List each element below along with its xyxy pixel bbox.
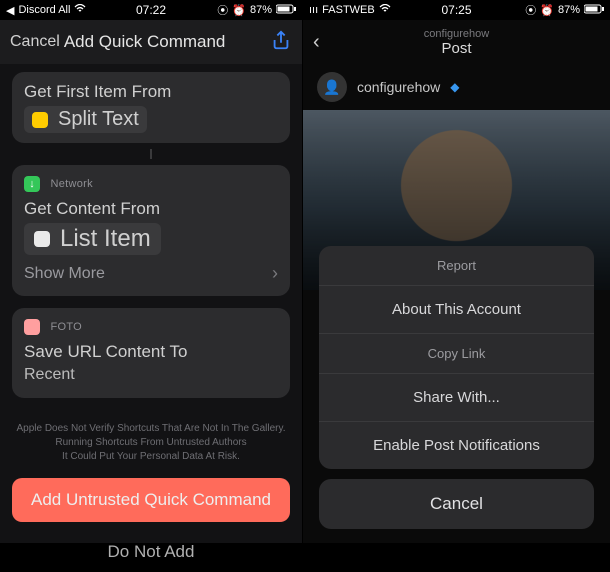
clock: 07:25 xyxy=(441,3,471,17)
status-bar: ◀ Discord All 07:22 ⦿ ⏰ 87% xyxy=(0,0,302,20)
avatar[interactable]: 👤 xyxy=(317,72,347,102)
alarm-icon: ⏰ xyxy=(232,4,246,17)
status-bar: ııı FASTWEB 07:25 ⦿ ⏰ 87% xyxy=(303,0,610,20)
show-more-button[interactable]: Show More › xyxy=(24,255,278,286)
do-not-add-button[interactable]: Do Not Add xyxy=(0,536,302,572)
carrier-label: FASTWEB xyxy=(322,4,375,16)
variable-label: List Item xyxy=(60,225,151,253)
battery-pct: 87% xyxy=(250,4,272,16)
clock: 07:22 xyxy=(136,3,166,17)
back-app-indicator[interactable]: ◀ xyxy=(6,4,14,17)
chevron-right-icon: › xyxy=(272,263,278,284)
back-app-label[interactable]: Discord All xyxy=(18,4,70,16)
warn-line: Apple Does Not Verify Shortcuts That Are… xyxy=(10,422,292,436)
action-label: Get First Item From xyxy=(24,82,278,102)
warn-line: Running Shortcuts From Untrusted Authors xyxy=(10,436,292,450)
nav-bar: ‹ configurehow Post xyxy=(303,20,610,64)
instagram-screen: ııı FASTWEB 07:25 ⦿ ⏰ 87% ‹ configurehow… xyxy=(303,0,610,543)
battery-pct: 87% xyxy=(558,4,580,16)
warn-line: It Could Put Your Personal Data At Risk. xyxy=(10,450,292,464)
wifi-icon xyxy=(379,4,391,17)
option-report[interactable]: Report xyxy=(319,246,594,286)
action-card-get-content[interactable]: ↓ Network Get Content From List Item Sho… xyxy=(12,165,290,296)
sheet-options-group: Report About This Account Copy Link Shar… xyxy=(319,246,594,469)
shortcuts-screen: ◀ Discord All 07:22 ⦿ ⏰ 87% Cancel Add Q… xyxy=(0,0,303,543)
action-card-save-url[interactable]: FOTO Save URL Content To Recent xyxy=(12,308,290,398)
nav-subtitle: configurehow xyxy=(424,28,489,40)
alarm-icon: ⏰ xyxy=(540,4,554,17)
download-icon: ↓ xyxy=(24,176,40,192)
app-label: Network xyxy=(50,178,92,190)
app-label: FOTO xyxy=(50,321,82,333)
battery-icon xyxy=(584,4,604,17)
variable-pill[interactable]: List Item xyxy=(24,223,161,255)
option-about-account[interactable]: About This Account xyxy=(319,286,594,334)
action-label: Save URL Content To xyxy=(24,342,278,362)
url-icon xyxy=(34,231,50,247)
verified-icon: ◆ xyxy=(450,80,459,94)
option-enable-notifications[interactable]: Enable Post Notifications xyxy=(319,422,594,469)
action-label: Get Content From xyxy=(24,199,278,219)
share-icon[interactable] xyxy=(270,29,292,56)
post-header[interactable]: 👤 configurehow ◆ xyxy=(303,64,610,110)
nav-title: Post xyxy=(424,40,489,57)
cancel-button[interactable]: Cancel xyxy=(10,33,60,51)
back-button[interactable]: ‹ xyxy=(313,31,320,54)
location-icon: ⦿ xyxy=(525,2,536,18)
actions-list: Get First Item From Split Text ↓ Network… xyxy=(0,64,302,418)
photo-icon xyxy=(24,319,40,335)
signal-icon: ııı xyxy=(309,4,318,16)
option-copy-link[interactable]: Copy Link xyxy=(319,334,594,374)
option-share-with[interactable]: Share With... xyxy=(319,374,594,422)
action-sheet: Report About This Account Copy Link Shar… xyxy=(319,246,594,529)
nav-title: Add Quick Command xyxy=(64,32,226,52)
action-card-get-first-item[interactable]: Get First Item From Split Text xyxy=(12,72,290,143)
warning-text: Apple Does Not Verify Shortcuts That Are… xyxy=(0,418,302,478)
username[interactable]: configurehow xyxy=(357,79,440,95)
location-icon: ⦿ xyxy=(217,2,228,18)
sheet-cancel-button[interactable]: Cancel xyxy=(319,479,594,529)
wifi-icon xyxy=(74,4,86,17)
nav-bar: Cancel Add Quick Command xyxy=(0,20,302,64)
battery-icon xyxy=(276,4,296,17)
action-target: Recent xyxy=(24,366,278,384)
connector xyxy=(150,149,152,159)
add-untrusted-button[interactable]: Add Untrusted Quick Command xyxy=(12,478,290,522)
text-icon xyxy=(32,112,48,128)
show-more-label: Show More xyxy=(24,265,105,283)
variable-pill[interactable]: Split Text xyxy=(24,106,147,133)
variable-label: Split Text xyxy=(58,108,139,131)
